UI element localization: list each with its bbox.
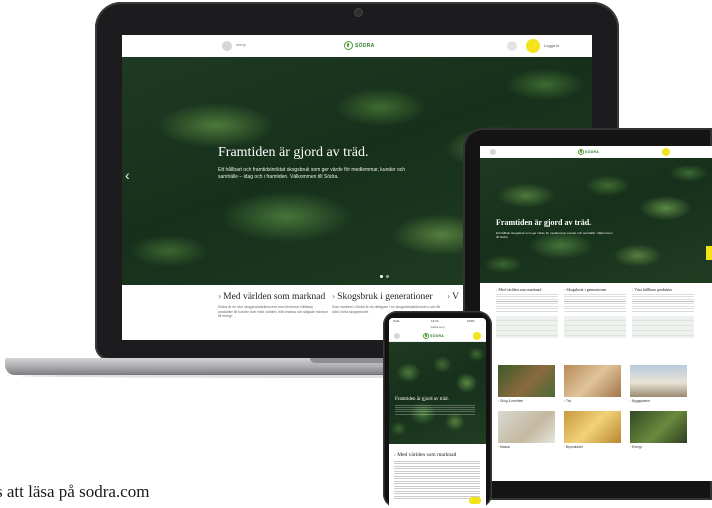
login-label[interactable]: Logga in [544, 43, 559, 48]
column-title-text: Med världen som marknad [498, 287, 542, 292]
column-title-text: Våra hållbara produkter [634, 287, 673, 292]
column-body [496, 294, 558, 312]
tile-image [498, 365, 555, 397]
cta-button[interactable] [469, 497, 481, 504]
user-icon[interactable] [662, 148, 670, 156]
tile-label: › Biprodukter [564, 445, 621, 449]
logo-leaf-icon [423, 333, 429, 339]
laptop-camera [355, 9, 362, 16]
intro-columns: › Med världen som marknad › Skogsbruk i … [480, 283, 712, 361]
card-body: Södra är en stor skogsindustrikoncern so… [218, 305, 328, 318]
tile-label-text: Energi [632, 445, 642, 449]
column-body [632, 294, 694, 312]
logo-leaf-icon [578, 149, 584, 155]
tile-forest-member[interactable]: › Skog & medlem [498, 365, 555, 403]
card-title-text: Med världen som marknad [223, 292, 326, 302]
tile-image [498, 411, 555, 443]
carousel-dot[interactable] [380, 275, 383, 278]
tile-label-text: Biprodukter [566, 445, 583, 449]
hero-body: Ett hållbart och framtidsinriktat skogsb… [218, 167, 406, 180]
tile-label-text: Trä [565, 399, 571, 403]
tile-label: › Trä [564, 399, 621, 403]
column-title-text: Skogsbruk i generationer [566, 287, 607, 292]
hero-banner: Framtiden är gjord av träd. Ett hållbart… [480, 158, 712, 283]
column-forestry[interactable]: › Skogsbruk i generationer [564, 287, 626, 338]
menu-icon[interactable] [394, 333, 400, 339]
tile-label: › Byggsystem [630, 399, 687, 403]
column-market[interactable]: › Med världen som marknad [496, 287, 558, 338]
section-body [394, 461, 480, 499]
tile-wood[interactable]: › Trä [564, 365, 621, 403]
column-links[interactable] [632, 316, 694, 338]
card-title-text: Skogsbruk i generationer [337, 292, 433, 302]
column-title: › Skogsbruk i generationer [564, 287, 626, 292]
hero-body [395, 405, 475, 415]
tile-image [564, 365, 621, 397]
card-title: › Skogsbruk i generationer [332, 292, 442, 302]
sodra-logo[interactable]: SÖDRA [423, 333, 444, 339]
menu-icon[interactable] [490, 149, 496, 155]
tile-building[interactable]: › Byggsystem [630, 365, 687, 403]
column-links[interactable] [564, 316, 626, 338]
menu-icon[interactable] [222, 41, 232, 51]
tile-image [564, 411, 621, 443]
column-title: › Våra hållbara produkter [632, 287, 694, 292]
phone-screen: TeliA 13:24 100% sodra.com SÖDRA Framtid… [389, 318, 486, 508]
chevron-right-icon: › [332, 292, 336, 302]
column-links[interactable] [496, 316, 558, 338]
carrier-label: TeliA [393, 319, 400, 323]
chevron-right-icon: › [218, 292, 222, 302]
side-tab[interactable] [706, 246, 712, 260]
hero-title: Framtiden är gjord av träd. [395, 397, 449, 402]
card-title-text: V [452, 292, 460, 302]
tile-image [630, 411, 687, 443]
carousel-dots [380, 275, 389, 278]
column-title: › Med världen som marknad [496, 287, 558, 292]
card-title: › Med världen som marknad [218, 292, 328, 302]
column-products[interactable]: › Våra hållbara produkter [632, 287, 694, 338]
sodra-logo[interactable]: SÖDRA [344, 41, 375, 50]
tablet-screen: SÖDRA Framtiden är gjord av träd. Ett hå… [480, 146, 712, 481]
tablet-site-header: SÖDRA [480, 146, 712, 158]
hero-banner: Framtiden är gjord av träd. [389, 342, 486, 444]
column-body [564, 294, 626, 312]
tile-label: › Energi [630, 445, 687, 449]
hero-title: Framtiden är gjord av träd. [496, 218, 592, 227]
chevron-right-icon: › [447, 292, 451, 302]
sodra-logo[interactable]: SÖDRA [578, 149, 599, 155]
carousel-prev-icon[interactable]: ‹ [125, 167, 130, 183]
phone-status-bar: TeliA 13:24 100% [389, 318, 486, 325]
tile-label-text: Byggsystem [632, 399, 650, 403]
hero-body: Ett hållbart skogsbruk som ger värde för… [496, 231, 613, 239]
phone-content: › Med världen som marknad [389, 444, 486, 508]
tile-label: › Massa [498, 445, 555, 449]
search-icon[interactable] [507, 41, 517, 51]
tile-pulp[interactable]: › Massa [498, 411, 555, 449]
user-icon[interactable] [526, 39, 540, 53]
section-title: › Med världen som marknad [394, 452, 456, 458]
carousel-dot[interactable] [386, 275, 389, 278]
tile-label-text: Massa [500, 445, 510, 449]
tile-energy[interactable]: › Energi [630, 411, 687, 449]
tile-byproducts[interactable]: › Biprodukter [564, 411, 621, 449]
menu-label[interactable]: meny [236, 42, 246, 47]
tile-label: › Skog & medlem [498, 399, 555, 403]
laptop-site-header: meny SÖDRA Logga in [122, 35, 592, 57]
caption-text: s att läsa på sodra.com [0, 482, 150, 501]
section-title-text: Med världen som marknad [397, 452, 457, 458]
user-icon[interactable] [473, 332, 481, 340]
hero-title: Framtiden är gjord av träd. [218, 145, 369, 160]
phone-site-header: SÖDRA [389, 330, 486, 342]
logo-leaf-icon [344, 41, 353, 50]
card-market[interactable]: › Med världen som marknad Södra är en sto… [218, 292, 328, 319]
logo-text: SÖDRA [430, 334, 445, 338]
logo-text: SÖDRA [355, 42, 375, 49]
tile-image [630, 365, 687, 397]
clock-label: 13:24 [431, 319, 439, 323]
battery-label: 100% [467, 319, 475, 323]
logo-text: SÖDRA [585, 150, 600, 154]
category-grid: › Skog & medlem › Trä › Byggsystem › Mas… [480, 361, 712, 481]
tile-label-text: Skog & medlem [500, 399, 524, 403]
